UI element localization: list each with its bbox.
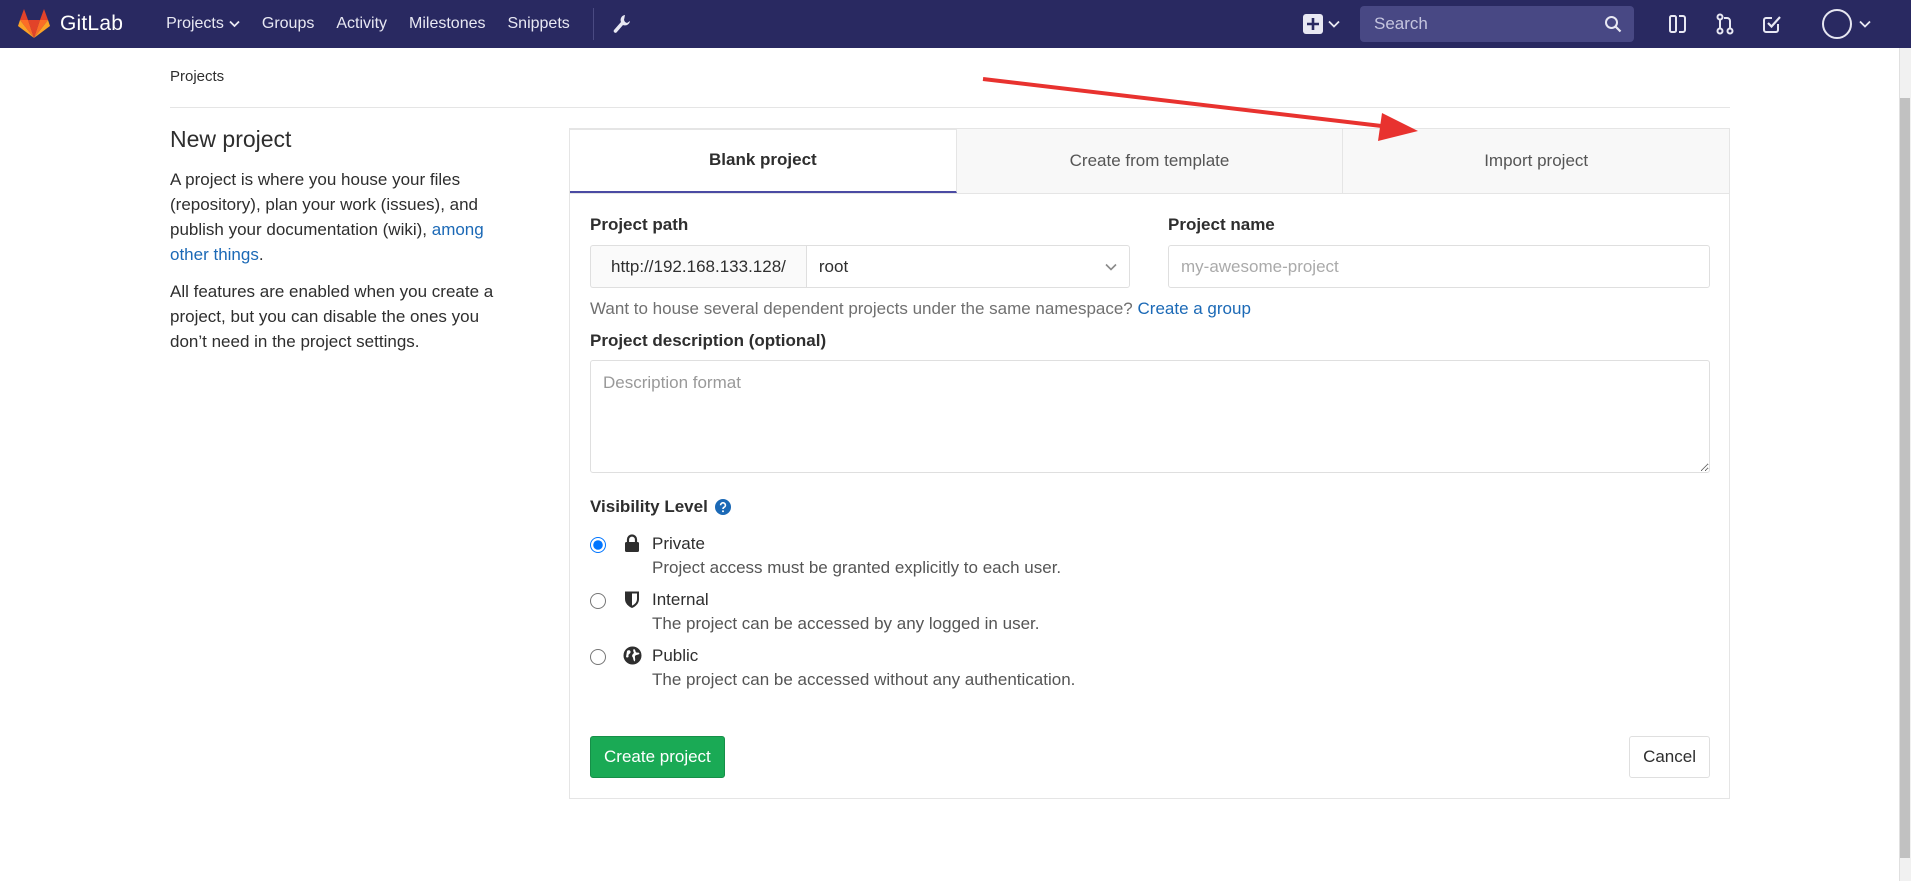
project-name-label: Project name: [1168, 215, 1275, 234]
project-description-label: Project description (optional): [590, 331, 827, 350]
new-project-form: Project path http://192.168.133.128/ roo…: [590, 215, 1710, 701]
project-path-prefix: http://192.168.133.128/: [590, 245, 806, 288]
intro-text-end: .: [258, 245, 264, 264]
project-description-input[interactable]: [590, 360, 1710, 473]
user-menu-dropdown[interactable]: [1822, 9, 1871, 39]
issues-icon[interactable]: [1668, 14, 1688, 34]
features-note: All features are enabled when you create…: [170, 282, 494, 351]
search-input[interactable]: [1372, 13, 1592, 35]
nav-snippets[interactable]: Snippets: [497, 0, 581, 48]
wrench-icon: [613, 15, 630, 33]
form-actions: Create project Cancel: [590, 736, 1710, 778]
chevron-down-icon: [1859, 20, 1871, 28]
create-project-button[interactable]: Create project: [590, 736, 725, 778]
visibility-radio-private[interactable]: [590, 537, 606, 553]
visibility-level-label: Visibility Level: [590, 497, 708, 516]
admin-area-link[interactable]: [612, 13, 632, 35]
cancel-button[interactable]: Cancel: [1629, 736, 1710, 778]
top-navbar: GitLab Projects Groups Activity Mileston…: [0, 0, 1911, 48]
nav-groups[interactable]: Groups: [251, 0, 325, 48]
namespace-help: Want to house several dependent projects…: [590, 299, 1710, 319]
search-box: [1360, 6, 1634, 42]
question-circle-icon[interactable]: [714, 499, 731, 515]
visibility-option-internal: Internal The project can be accessed by …: [590, 589, 1710, 637]
brand-name: GitLab: [60, 12, 124, 35]
lock-icon: [621, 534, 643, 581]
visibility-desc-private: Project access must be granted explicitl…: [652, 558, 1062, 577]
visibility-desc-internal: The project can be accessed by any logge…: [652, 614, 1040, 633]
page-scrollbar[interactable]: [1899, 48, 1911, 881]
chevron-down-icon: [1105, 263, 1117, 271]
shield-icon: [621, 590, 643, 637]
nav-projects-dropdown[interactable]: Projects: [155, 0, 251, 48]
nav-milestones[interactable]: Milestones: [398, 0, 496, 48]
tab-blank-project[interactable]: Blank project: [570, 129, 957, 193]
visibility-radio-public[interactable]: [590, 649, 606, 665]
project-path-group: Project path http://192.168.133.128/ roo…: [590, 215, 1130, 288]
new-item-dropdown[interactable]: [1303, 14, 1340, 34]
plus-square-icon: [1303, 14, 1323, 34]
gitlab-logo-icon: [18, 9, 50, 38]
scrollbar-thumb[interactable]: [1900, 98, 1910, 858]
gitlab-home-link[interactable]: GitLab: [18, 9, 123, 39]
breadcrumb[interactable]: Projects: [170, 68, 224, 85]
project-name-group: Project name: [1168, 215, 1710, 288]
namespace-value: root: [818, 256, 849, 276]
namespace-select[interactable]: root: [805, 245, 1130, 288]
nav-activity[interactable]: Activity: [325, 0, 398, 48]
visibility-desc-public: The project can be accessed without any …: [652, 670, 1076, 689]
visibility-name-public: Public: [652, 646, 699, 665]
new-project-info: New project A project is where you house…: [170, 126, 510, 366]
project-name-input[interactable]: [1168, 245, 1710, 288]
globe-icon: [621, 646, 643, 693]
search-icon[interactable]: [1604, 15, 1622, 33]
visibility-name-internal: Internal: [652, 590, 709, 609]
todos-icon[interactable]: [1762, 14, 1782, 34]
nav-divider: [592, 8, 594, 40]
tab-import-project[interactable]: Import project: [1343, 129, 1730, 193]
namespace-help-text: Want to house several dependent projects…: [590, 299, 1138, 318]
page-title: New project: [170, 126, 292, 152]
tab-create-from-template[interactable]: Create from template: [956, 129, 1344, 193]
chevron-down-icon: [1328, 20, 1340, 28]
merge-requests-icon[interactable]: [1716, 13, 1734, 35]
avatar: [1822, 9, 1852, 39]
nav-projects-label: Projects: [166, 15, 224, 32]
chevron-down-icon: [229, 20, 240, 28]
project-path-label: Project path: [590, 215, 689, 234]
project-description-text: A project is where you house your files …: [170, 167, 510, 267]
project-creation-tabs: Blank project Create from template Impor…: [570, 129, 1730, 194]
visibility-radio-internal[interactable]: [590, 593, 606, 609]
visibility-option-public: Public The project can be accessed witho…: [590, 645, 1710, 693]
create-group-link[interactable]: Create a group: [1138, 299, 1251, 318]
new-project-panel: Blank project Create from template Impor…: [569, 128, 1730, 799]
visibility-options: Private Project access must be granted e…: [590, 533, 1710, 693]
visibility-name-private: Private: [652, 534, 705, 553]
visibility-option-private: Private Project access must be granted e…: [590, 533, 1710, 581]
breadcrumb-divider: [170, 107, 1730, 108]
